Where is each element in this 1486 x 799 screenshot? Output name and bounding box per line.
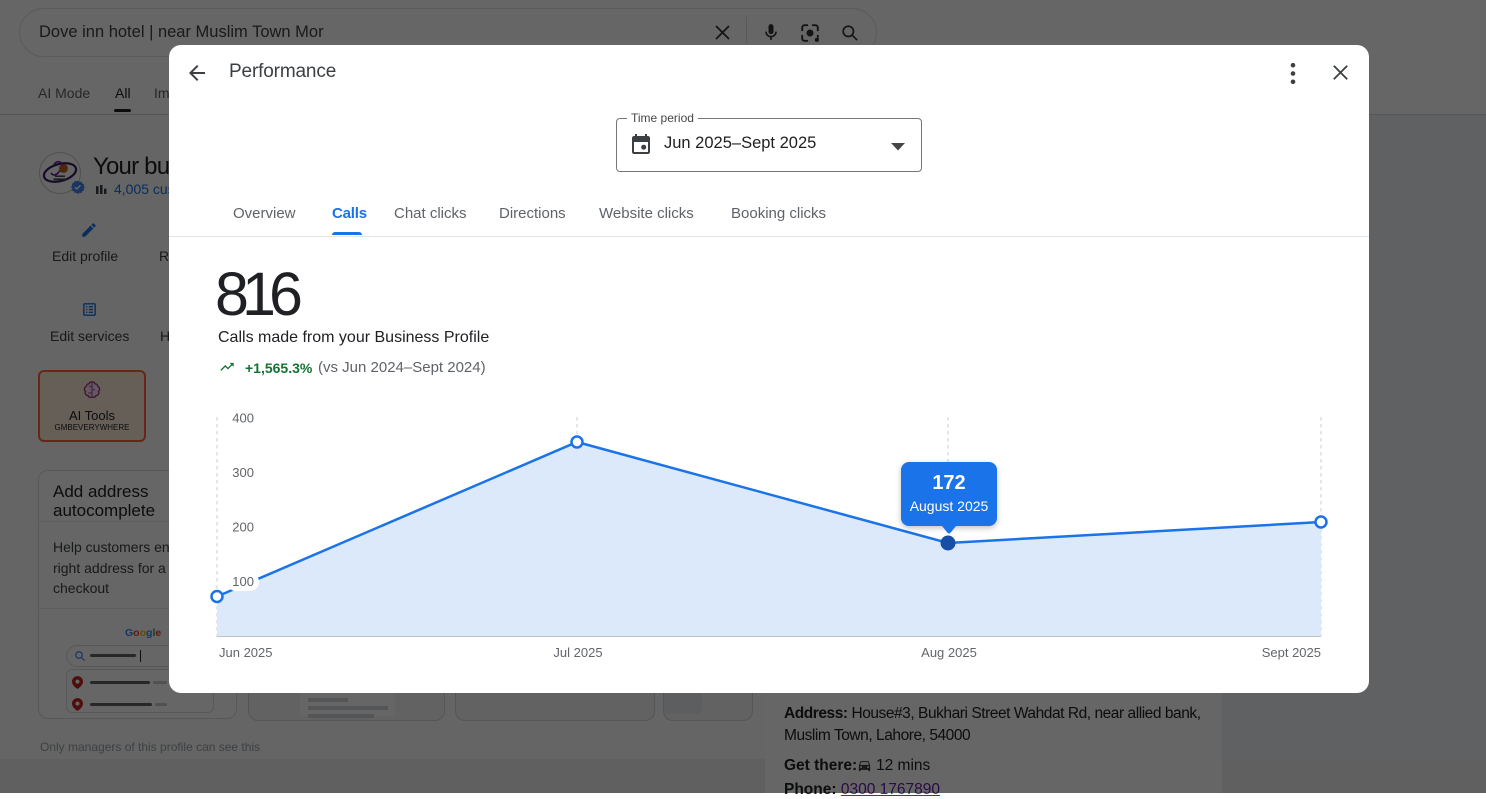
svg-text:Jul 2025: Jul 2025 [553, 645, 602, 660]
svg-text:200: 200 [232, 520, 254, 535]
svg-text:300: 300 [232, 465, 254, 480]
svg-text:100: 100 [232, 574, 254, 589]
svg-text:Sept 2025: Sept 2025 [1262, 645, 1321, 660]
svg-text:400: 400 [232, 411, 254, 426]
svg-text:Jun 2025: Jun 2025 [219, 645, 273, 660]
svg-text:Aug 2025: Aug 2025 [921, 645, 977, 660]
